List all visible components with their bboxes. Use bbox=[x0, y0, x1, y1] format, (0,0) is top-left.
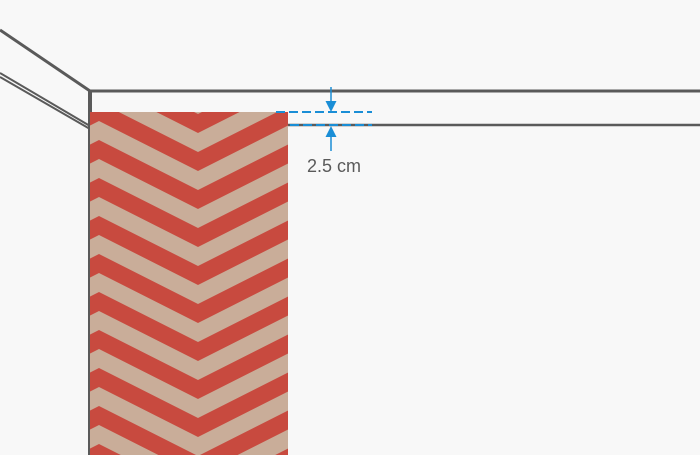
measurement-label: 2.5 cm bbox=[307, 156, 361, 176]
chevron-stripes bbox=[90, 112, 288, 455]
wall-paint-diagram: 2.5 cm bbox=[0, 0, 700, 455]
chevron-paint-panel bbox=[90, 112, 288, 455]
